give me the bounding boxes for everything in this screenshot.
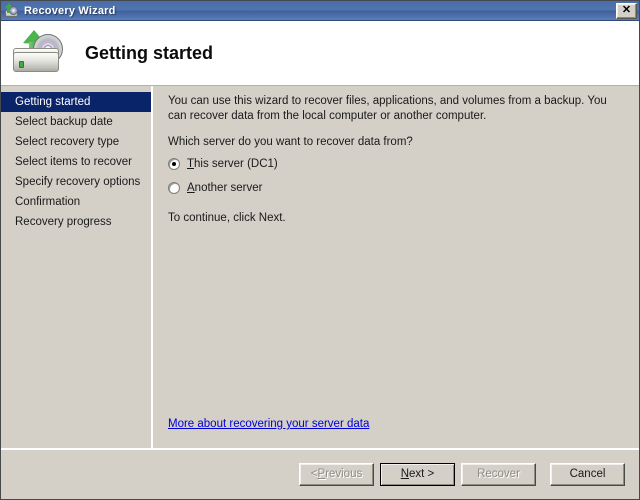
continue-text: To continue, click Next.: [168, 212, 286, 224]
accel-key: P: [317, 468, 326, 480]
sidebar-item-getting-started[interactable]: Getting started: [1, 92, 151, 112]
radio-another-server-indicator[interactable]: [168, 182, 180, 194]
sidebar-item-recovery-progress[interactable]: Recovery progress: [1, 212, 151, 232]
page-title: Getting started: [85, 42, 214, 63]
intro-text: You can use this wizard to recover files…: [168, 95, 607, 122]
previous-button[interactable]: < Previous: [299, 462, 374, 486]
question-text: Which server do you want to recover data…: [168, 136, 413, 148]
sidebar-item-select-items-to-recover[interactable]: Select items to recover: [1, 152, 151, 172]
recover-button[interactable]: Recover: [461, 462, 536, 486]
next-button[interactable]: Next >: [380, 462, 455, 486]
radio-this-server-label: This server (DC1): [187, 158, 278, 170]
sidebar-item-confirmation[interactable]: Confirmation: [1, 192, 151, 212]
more-about-recovering-link[interactable]: More about recovering your server data: [168, 418, 369, 430]
accel-key: N: [400, 468, 410, 480]
radio-another-server-label: Another server: [187, 182, 263, 194]
wizard-header: Getting started: [1, 21, 639, 85]
wizard-body: Getting started Select backup date Selec…: [1, 85, 639, 448]
recovery-wizard-window: Recovery Wizard ✕ Getting started Gettin…: [0, 0, 640, 500]
wizard-content: You can use this wizard to recover files…: [153, 86, 639, 448]
recovery-drive-icon: [11, 28, 69, 78]
radio-this-server[interactable]: This server (DC1): [168, 158, 627, 170]
title-bar[interactable]: Recovery Wizard ✕: [1, 1, 639, 21]
close-icon[interactable]: ✕: [616, 2, 637, 19]
sidebar-item-select-backup-date[interactable]: Select backup date: [1, 112, 151, 132]
radio-another-server[interactable]: Another server: [168, 182, 627, 194]
sidebar-item-select-recovery-type[interactable]: Select recovery type: [1, 132, 151, 152]
accel-key: A: [187, 182, 195, 194]
recovery-drive-icon: [4, 2, 20, 19]
accel-key: T: [187, 158, 195, 170]
window-title: Recovery Wizard: [24, 4, 116, 17]
sidebar-item-specify-recovery-options[interactable]: Specify recovery options: [1, 172, 151, 192]
wizard-steps-sidebar: Getting started Select backup date Selec…: [1, 86, 153, 448]
radio-this-server-indicator[interactable]: [168, 158, 180, 170]
cancel-button[interactable]: Cancel: [550, 462, 625, 486]
wizard-button-bar: < Previous Next > Recover Cancel: [1, 448, 639, 498]
